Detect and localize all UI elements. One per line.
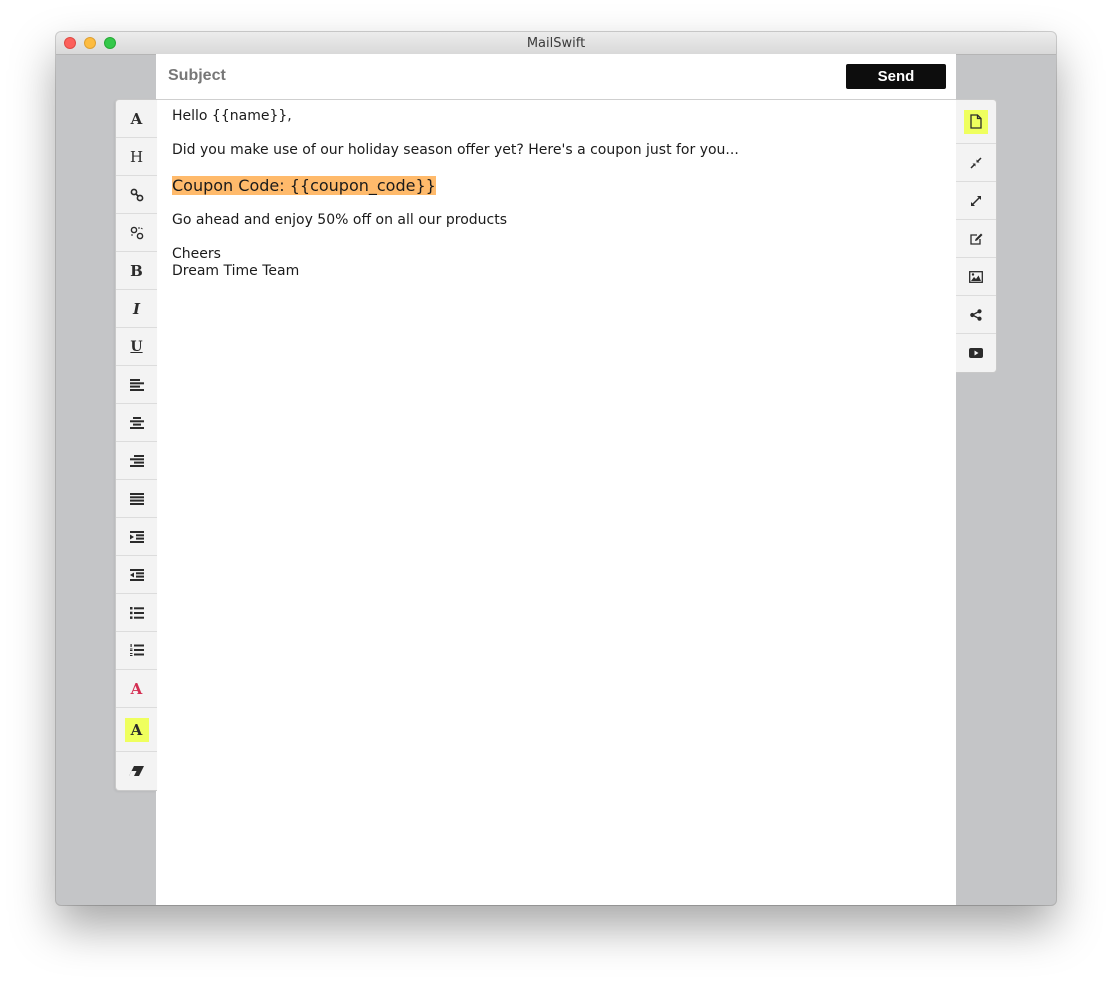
title-bar: MailSwift bbox=[56, 32, 1056, 55]
coupon-code-text: Coupon Code: {{coupon_code}} bbox=[172, 176, 436, 195]
align-justify-icon bbox=[129, 492, 144, 505]
new-document-icon bbox=[970, 114, 982, 129]
formatting-toolbar: A H B I U A A bbox=[115, 99, 157, 791]
align-center-icon bbox=[129, 416, 144, 429]
bullet-list-icon bbox=[129, 606, 144, 619]
image-icon bbox=[969, 270, 983, 283]
unlink-icon bbox=[130, 226, 143, 239]
bullet-list-button[interactable] bbox=[116, 594, 157, 632]
edit-button[interactable] bbox=[956, 220, 996, 258]
text-color-icon: A bbox=[130, 679, 143, 698]
body-line-offer: Did you make use of our holiday season o… bbox=[172, 142, 739, 158]
link-button[interactable] bbox=[116, 176, 157, 214]
font-button[interactable]: A bbox=[116, 100, 157, 138]
compress-icon bbox=[970, 156, 982, 169]
subject-input[interactable] bbox=[166, 66, 770, 86]
share-icon bbox=[970, 308, 982, 321]
expand-icon bbox=[970, 195, 982, 206]
app-window: MailSwift Send Hello {{name}}, Did you m… bbox=[56, 32, 1056, 905]
document-toolbar bbox=[956, 99, 997, 373]
highlight-active-indicator: A bbox=[124, 717, 149, 742]
highlight-color-button[interactable]: A bbox=[116, 708, 157, 752]
outdent-button[interactable] bbox=[116, 556, 157, 594]
body-line-signature: Dream Time Team bbox=[172, 263, 300, 279]
video-icon bbox=[969, 348, 983, 358]
numbered-list-button[interactable] bbox=[116, 632, 157, 670]
font-family-icon: A bbox=[130, 109, 143, 128]
italic-button[interactable]: I bbox=[116, 290, 157, 328]
edit-icon bbox=[969, 233, 982, 245]
align-right-button[interactable] bbox=[116, 442, 157, 480]
email-body-editor[interactable]: Hello {{name}}, Did you make use of our … bbox=[156, 100, 956, 905]
highlight-color-icon: A bbox=[130, 720, 143, 739]
subject-bar: Send bbox=[156, 54, 956, 100]
italic-icon: I bbox=[132, 299, 141, 318]
new-document-button[interactable] bbox=[956, 100, 996, 144]
align-left-icon bbox=[129, 378, 144, 391]
body-line-greeting: Hello {{name}}, bbox=[172, 108, 292, 124]
body-line-cheers: Cheers bbox=[172, 246, 221, 262]
body-line-discount: Go ahead and enjoy 50% off on all our pr… bbox=[172, 212, 508, 228]
insert-video-button[interactable] bbox=[956, 334, 996, 372]
indent-icon bbox=[129, 530, 144, 543]
bold-button[interactable]: B bbox=[116, 252, 157, 290]
indent-button[interactable] bbox=[116, 518, 157, 556]
numbered-list-icon bbox=[129, 644, 144, 656]
underline-button[interactable]: U bbox=[116, 328, 157, 366]
eraser-icon bbox=[129, 766, 144, 776]
align-justify-button[interactable] bbox=[116, 480, 157, 518]
align-center-button[interactable] bbox=[116, 404, 157, 442]
compress-button[interactable] bbox=[956, 144, 996, 182]
window-title: MailSwift bbox=[526, 36, 586, 51]
insert-image-button[interactable] bbox=[956, 258, 996, 296]
unlink-button[interactable] bbox=[116, 214, 157, 252]
text-color-button[interactable]: A bbox=[116, 670, 157, 708]
heading-icon: H bbox=[129, 147, 144, 166]
send-button[interactable]: Send bbox=[846, 64, 946, 89]
heading-button[interactable]: H bbox=[116, 138, 157, 176]
expand-button[interactable] bbox=[956, 182, 996, 220]
align-left-button[interactable] bbox=[116, 366, 157, 404]
clear-format-button[interactable] bbox=[116, 752, 157, 790]
align-right-icon bbox=[129, 454, 144, 467]
bold-icon: B bbox=[130, 261, 143, 280]
underline-icon: U bbox=[130, 338, 143, 355]
share-button[interactable] bbox=[956, 296, 996, 334]
outdent-icon bbox=[129, 568, 144, 581]
link-icon bbox=[130, 188, 143, 201]
new-document-active-indicator bbox=[964, 109, 988, 134]
